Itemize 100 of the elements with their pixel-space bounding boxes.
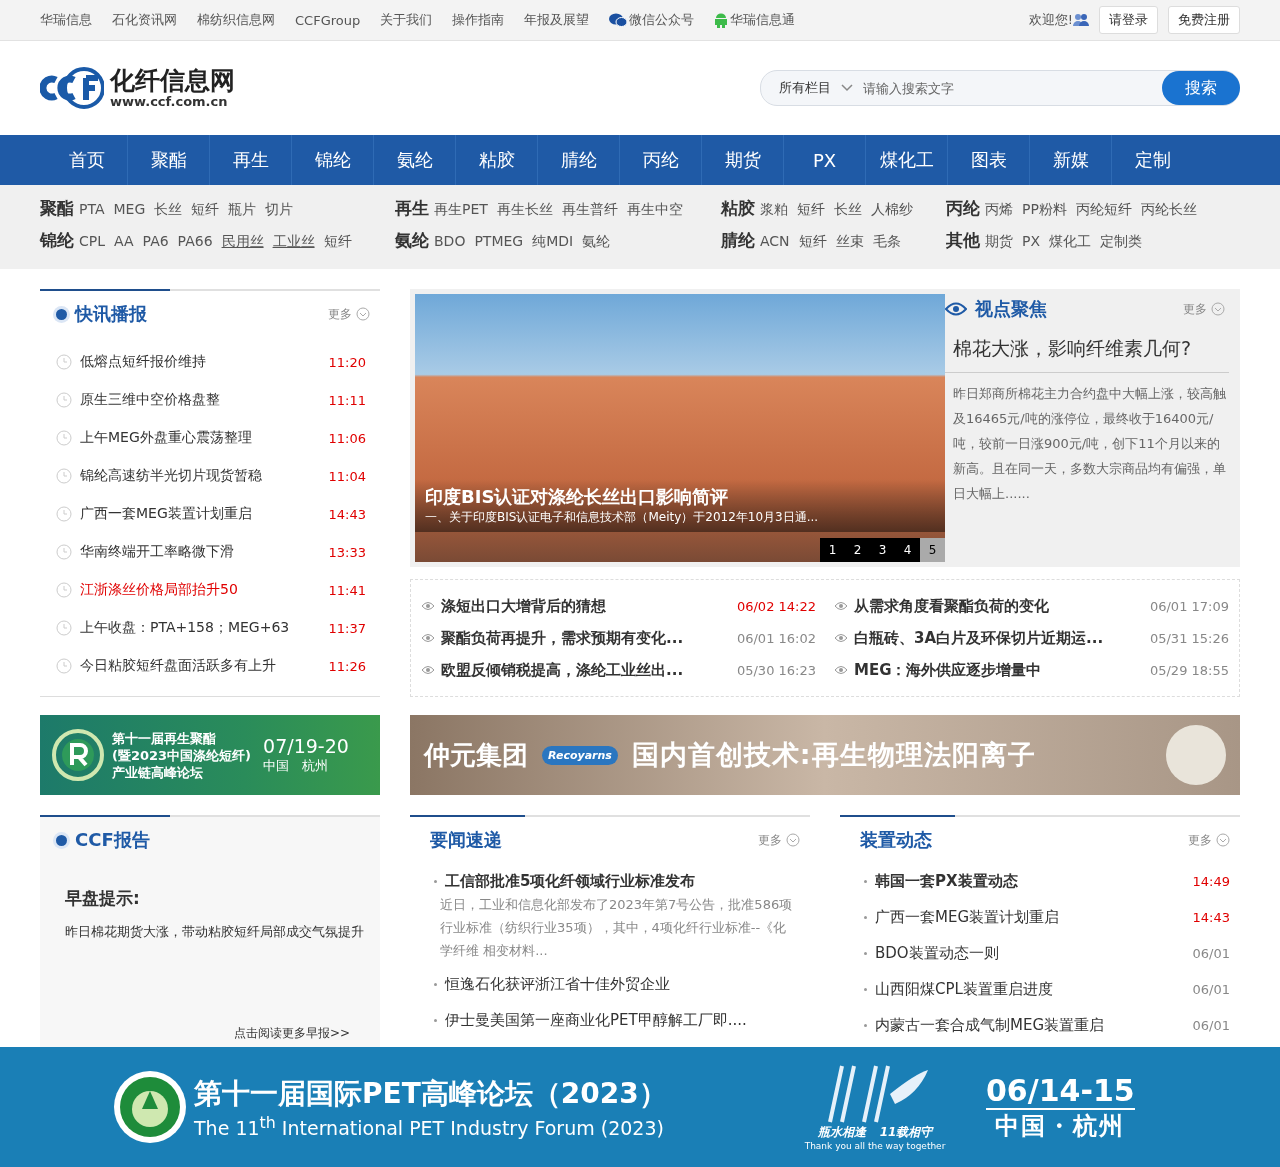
news-link[interactable]: 恒逸石化获评浙江省十佳外贸企业 (445, 974, 670, 994)
category-link[interactable]: AA (114, 233, 134, 249)
category-link[interactable]: 短纤 (798, 233, 827, 251)
category-link[interactable]: 浆粕 (760, 201, 788, 219)
read-more-link[interactable]: 点击阅读更多早报>> (233, 1025, 350, 1042)
news-link[interactable]: 锦纶高速纺半光切片现货暂稳 (80, 467, 321, 485)
article-link[interactable]: 白瓶砖、3A白片及环保切片近期运... (854, 628, 1144, 648)
top-link[interactable]: 华瑞信息 (40, 11, 92, 29)
more-link[interactable]: 更多 (328, 305, 370, 323)
register-button[interactable]: 免费注册 (1168, 6, 1240, 34)
category-link[interactable]: PA6 (142, 233, 169, 249)
category-heading[interactable]: 再生 (395, 197, 429, 220)
news-time: 13:33 (328, 544, 366, 560)
viewpoint-headline[interactable]: 棉花大涨，影响纤维素几何? (945, 324, 1229, 373)
article-link[interactable]: 涤短出口大增背后的猜想 (441, 596, 731, 616)
banner-tag: 瓶水相逢 (817, 1123, 866, 1141)
category-link[interactable]: 民用丝 (221, 233, 264, 251)
nav-tab[interactable]: 定制 (1112, 135, 1193, 185)
more-link[interactable]: 更多 (1188, 831, 1230, 849)
category-heading[interactable]: 丙纶 (946, 197, 980, 220)
category-link[interactable]: PX (1022, 233, 1041, 249)
category-link[interactable]: MEG (113, 201, 146, 217)
banner-subtitle: The 11$^{th}$ International PET Industry Forum (2023) (194, 1112, 665, 1140)
category-link[interactable]: PP粉料 (1022, 201, 1067, 219)
category-link[interactable]: 煤化工 (1049, 233, 1092, 251)
scope-dropdown[interactable]: 所有栏目 (761, 79, 853, 97)
category-link[interactable]: 瓶片 (228, 201, 257, 219)
news-link[interactable]: 江浙涤丝价格局部抬升50 (80, 581, 321, 599)
category-link[interactable]: 工业丝 (272, 233, 315, 251)
category-link[interactable]: 再生中空 (626, 201, 683, 219)
category-link[interactable]: 再生长丝 (496, 201, 553, 219)
more-link[interactable]: 更多 (758, 831, 800, 849)
category-link[interactable]: 人棉纱 (871, 201, 913, 219)
top-link[interactable]: 年报及展望 (524, 11, 590, 29)
category-link[interactable]: 再生普纤 (561, 201, 618, 219)
news-link[interactable]: 内蒙古一套合成气制MEG装置重启 (875, 1015, 1105, 1035)
top-link[interactable]: CCFGroup (295, 12, 361, 28)
category-link[interactable]: BDO (434, 233, 466, 249)
category-heading[interactable]: 锦纶 (40, 229, 74, 252)
category-link[interactable]: PTMEG (474, 233, 524, 249)
category-link[interactable]: PTA (79, 201, 105, 217)
company-ad-banner[interactable]: 仲元集团 Recoyarns 国内首创技术:再生物理法阳离子 (410, 715, 1240, 795)
news-link[interactable]: 广西一套MEG装置计划重启 (875, 907, 1060, 927)
search-button[interactable]: 搜索 (1162, 71, 1240, 105)
top-link[interactable]: 华瑞信息通 (714, 11, 796, 29)
category-link[interactable]: 长丝 (834, 201, 862, 219)
news-link[interactable]: 广西一套MEG装置计划重启 (80, 505, 321, 523)
slide-summary: 一、关于印度BIS认证电子和信息技术部（Meity）于2012年10月3日通... (425, 509, 820, 526)
category-link[interactable]: 毛条 (872, 233, 901, 251)
ad-logo: Recoyarns (542, 745, 618, 765)
category-link[interactable]: 再生PET (434, 201, 488, 219)
category-link[interactable]: 纯MDI (532, 233, 574, 251)
slide-page-button[interactable]: 5 (920, 538, 945, 562)
top-link[interactable]: 微信公众号 (609, 11, 695, 29)
category-link[interactable]: 短纤 (323, 233, 352, 251)
news-link[interactable]: 山西阳煤CPL装置重启进度 (875, 979, 1053, 999)
category-link[interactable]: 短纤 (191, 201, 220, 219)
news-link[interactable]: 工信部批准5项化纤领域行业标准发布 (445, 871, 696, 891)
category-heading[interactable]: 氨纶 (395, 229, 429, 252)
category-link[interactable]: 丙烯 (985, 201, 1013, 219)
category-heading[interactable]: 聚酯 (40, 197, 74, 220)
category-link[interactable]: CPL (79, 233, 106, 249)
slide-title[interactable]: 印度BIS认证对涤纶长丝出口影响简评 (425, 485, 935, 509)
category-link[interactable]: ACN (760, 233, 790, 249)
article-link[interactable]: 从需求角度看聚酯负荷的变化 (854, 596, 1144, 616)
news-link[interactable]: 原生三维中空价格盘整 (80, 391, 321, 409)
forum-logo-icon (112, 1069, 188, 1145)
category-link[interactable]: 切片 (265, 201, 294, 219)
login-button[interactable]: 请登录 (1099, 6, 1158, 34)
article-link[interactable]: 欧盟反倾销税提高，涤纶工业丝出... (441, 660, 731, 680)
search-field[interactable]: 所有栏目 请输入搜索文字 搜索 (760, 70, 1240, 106)
news-link[interactable]: 上午MEG外盘重心震荡整理 (80, 429, 321, 447)
category-link[interactable]: 氨纶 (582, 233, 611, 251)
top-link[interactable]: 关于我们 (380, 11, 433, 29)
article-link[interactable]: 聚酯负荷再提升，需求预期有变化... (441, 628, 731, 648)
category-link[interactable]: 丝束 (835, 233, 864, 251)
category-link[interactable]: 丙纶长丝 (1140, 201, 1197, 219)
category-link[interactable]: 丙纶短纤 (1075, 201, 1132, 219)
news-link[interactable]: 低熔点短纤报价维持 (80, 353, 321, 371)
news-link[interactable]: 伊士曼美国第一座商业化PET甲醇解工厂即.... (445, 1010, 747, 1030)
category-heading[interactable]: 粘胶 (721, 197, 755, 220)
news-link[interactable]: 今日粘胶短纤盘面活跃多有上升 (80, 657, 321, 675)
news-link[interactable]: BDO装置动态一则 (875, 943, 999, 963)
category-heading[interactable]: 其他 (946, 229, 980, 252)
top-link[interactable]: 棉纺织信息网 (197, 11, 275, 29)
clock-icon (56, 506, 72, 522)
panel-title: 装置动态 (860, 828, 932, 852)
article-link[interactable]: MEG：海外供应逐步增量中 (854, 660, 1144, 680)
news-link[interactable]: 华南终端开工率略微下滑 (80, 543, 321, 561)
news-link[interactable]: 上午收盘：PTA+158；MEG+63 (80, 619, 321, 637)
news-link[interactable]: 韩国一套PX装置动态 (875, 871, 1018, 891)
category-link[interactable]: 短纤 (797, 201, 825, 219)
category-link[interactable]: PA66 (177, 233, 213, 249)
category-heading[interactable]: 腈纶 (721, 229, 755, 252)
category-link[interactable]: 定制类 (1100, 233, 1143, 251)
category-link[interactable]: 期货 (985, 233, 1013, 251)
category-link[interactable]: 长丝 (154, 201, 183, 219)
top-link[interactable]: 操作指南 (452, 11, 505, 29)
top-link[interactable]: 石化资讯网 (112, 11, 177, 29)
forum-banner[interactable]: 第十一届国际PET高峰论坛（2023） The 11$^{th}$ International PET Industry Forum (2023) 瓶水相逢 11载相守 Thank you all the way together 06/14-15 中国・杭州 (0, 1047, 1280, 1167)
